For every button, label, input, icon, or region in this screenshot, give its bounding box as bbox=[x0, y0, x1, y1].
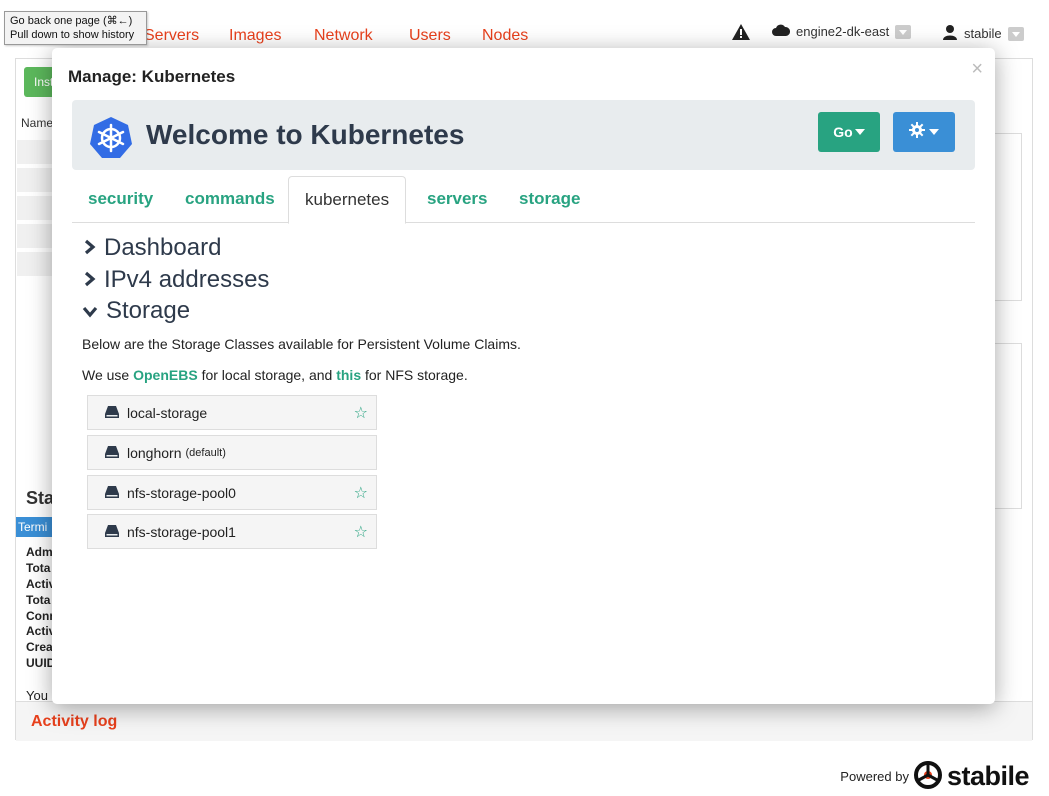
nav-servers[interactable]: Servers bbox=[144, 27, 199, 45]
nav-network[interactable]: Network bbox=[314, 27, 373, 45]
engine-name: engine2-dk-east bbox=[796, 24, 890, 39]
section-label: Storage bbox=[106, 297, 191, 324]
table-row[interactable] bbox=[17, 140, 57, 164]
storage-class-name: longhorn bbox=[127, 444, 182, 461]
note-text: for NFS storage. bbox=[361, 367, 468, 383]
hard-drive-icon bbox=[105, 445, 119, 461]
note-text: for local storage, and bbox=[197, 367, 337, 383]
tab-commands[interactable]: commands bbox=[169, 176, 291, 223]
storage-class-item[interactable]: nfs-storage-pool0 ☆ bbox=[87, 475, 377, 510]
terminal-tab[interactable]: Termi bbox=[16, 517, 56, 537]
go-button[interactable]: Go bbox=[818, 112, 880, 152]
user-icon bbox=[942, 24, 958, 43]
tab-security[interactable]: security bbox=[72, 176, 169, 223]
hard-drive-icon bbox=[105, 405, 119, 421]
stabile-logo-icon bbox=[913, 760, 943, 793]
storage-class-name: nfs-storage-pool0 bbox=[127, 484, 236, 501]
table-row[interactable] bbox=[17, 196, 57, 220]
user-dropdown-icon[interactable] bbox=[1007, 26, 1024, 41]
stat-label: Crea bbox=[26, 640, 53, 654]
section-dashboard[interactable]: Dashboard bbox=[84, 234, 221, 262]
manage-modal: Manage: Kubernetes × Welcome to Kubernet… bbox=[52, 48, 995, 704]
user-name: stabile bbox=[964, 26, 1002, 41]
nav-users[interactable]: Users bbox=[409, 27, 451, 45]
storage-class-item[interactable]: nfs-storage-pool1 ☆ bbox=[87, 514, 377, 549]
cloud-icon bbox=[772, 24, 791, 39]
caret-down-icon bbox=[854, 129, 865, 135]
nfs-link[interactable]: this bbox=[336, 367, 361, 383]
chevron-right-icon bbox=[84, 234, 96, 262]
storage-class-name: local-storage bbox=[127, 404, 208, 421]
powered-by: Powered by stabile bbox=[840, 760, 1030, 793]
star-icon[interactable]: ☆ bbox=[354, 403, 368, 423]
powered-by-label: Powered by bbox=[840, 769, 909, 784]
stat-label: Tota bbox=[26, 593, 51, 607]
note-text: We use bbox=[82, 367, 134, 383]
stats-title: Sta bbox=[26, 488, 55, 508]
modal-title: Manage: Kubernetes bbox=[68, 67, 236, 86]
tab-kubernetes[interactable]: kubernetes bbox=[288, 176, 407, 224]
alerts-area bbox=[732, 24, 750, 43]
storage-class-name: nfs-storage-pool1 bbox=[127, 523, 236, 540]
engine-dropdown-icon[interactable] bbox=[895, 24, 912, 39]
star-icon[interactable]: ☆ bbox=[354, 522, 368, 542]
stat-label: UUID bbox=[26, 656, 56, 670]
engine-selector[interactable]: engine2-dk-east bbox=[772, 24, 912, 39]
storage-class-item[interactable]: local-storage ☆ bbox=[87, 395, 377, 430]
hard-drive-icon bbox=[105, 524, 119, 540]
star-icon[interactable]: ☆ bbox=[354, 483, 368, 503]
storage-class-item[interactable]: longhorn (default) bbox=[87, 435, 377, 470]
browser-tooltip: Go back one page (⌘←) Pull down to show … bbox=[4, 11, 147, 45]
table-row[interactable] bbox=[17, 252, 57, 276]
table-row[interactable] bbox=[17, 224, 57, 248]
activity-log-bar[interactable]: Activity log bbox=[16, 701, 1032, 741]
nav-images[interactable]: Images bbox=[229, 27, 281, 45]
tooltip-line: Go back one page (⌘←) bbox=[10, 15, 133, 27]
tab-servers[interactable]: servers bbox=[411, 176, 504, 223]
go-label: Go bbox=[833, 124, 853, 140]
stat-label: Activ bbox=[26, 624, 56, 638]
nav-nodes[interactable]: Nodes bbox=[482, 27, 528, 45]
openebs-link[interactable]: OpenEBS bbox=[133, 367, 198, 383]
table-row[interactable] bbox=[17, 168, 57, 192]
storage-note: We use OpenEBS for local storage, and th… bbox=[82, 367, 468, 383]
stat-label: Tota bbox=[26, 561, 51, 575]
activity-log-label[interactable]: Activity log bbox=[31, 713, 117, 731]
section-ipv4[interactable]: IPv4 addresses bbox=[84, 266, 269, 294]
stat-label: Adm bbox=[26, 545, 53, 559]
chevron-right-icon bbox=[84, 266, 96, 294]
tab-bar: security commands kubernetes servers sto… bbox=[72, 176, 975, 224]
brand-name: stabile bbox=[946, 761, 1030, 791]
hard-drive-icon bbox=[105, 485, 119, 501]
name-column-header: Name bbox=[21, 116, 54, 130]
storage-intro: Below are the Storage Classes available … bbox=[82, 336, 521, 352]
tab-storage[interactable]: storage bbox=[503, 176, 596, 223]
section-storage[interactable]: Storage bbox=[82, 297, 190, 325]
tooltip-line: Pull down to show history bbox=[10, 29, 135, 41]
chevron-down-icon bbox=[82, 297, 98, 325]
gear-icon bbox=[909, 121, 925, 143]
section-label: Dashboard bbox=[104, 234, 222, 261]
warning-icon[interactable] bbox=[732, 24, 750, 43]
default-badge: (default) bbox=[185, 446, 226, 459]
welcome-banner: Welcome to Kubernetes Go bbox=[72, 100, 975, 170]
caret-down-icon bbox=[929, 129, 939, 135]
settings-button[interactable] bbox=[893, 112, 955, 152]
welcome-title: Welcome to Kubernetes bbox=[146, 119, 465, 150]
user-menu[interactable]: stabile bbox=[942, 24, 1024, 43]
close-icon[interactable]: × bbox=[971, 58, 983, 81]
kubernetes-logo-icon bbox=[89, 115, 133, 164]
section-label: IPv4 addresses bbox=[104, 266, 270, 293]
stat-label: Activ bbox=[26, 577, 56, 591]
